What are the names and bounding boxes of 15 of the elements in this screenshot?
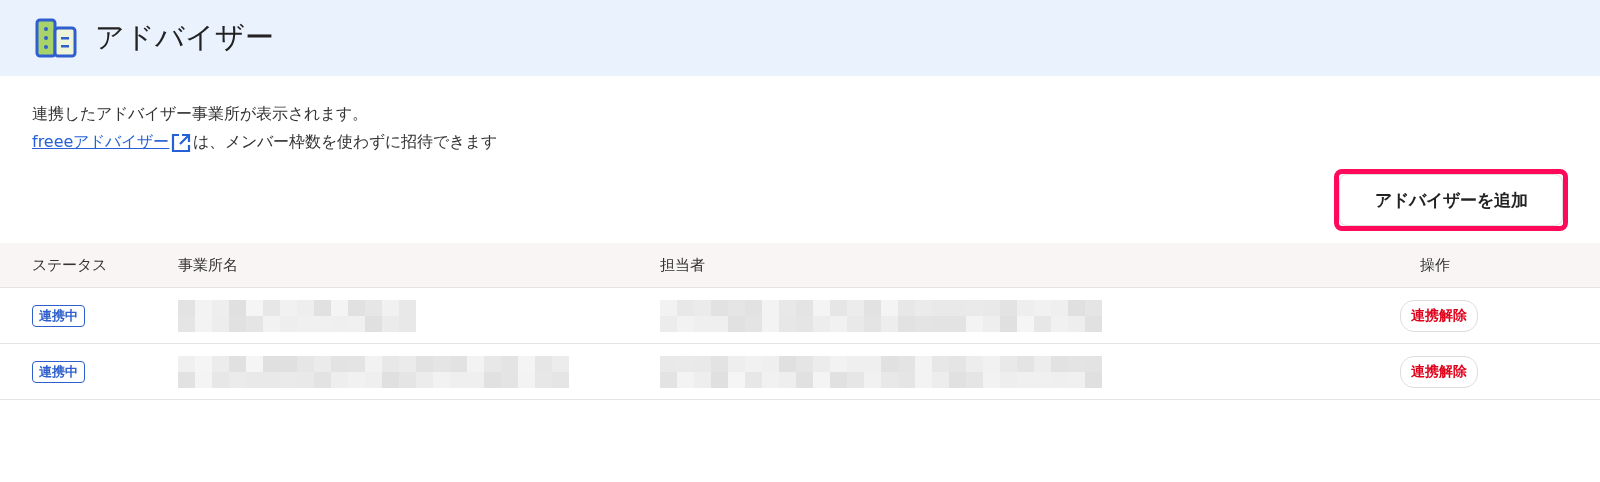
column-header: 担当者 <box>660 255 706 275</box>
status-badge: 連携中 <box>32 304 85 327</box>
add-advisor-button[interactable]: アドバイザーを追加 <box>1339 174 1563 226</box>
column-header: 事業所名 <box>178 255 239 275</box>
page-title: アドバイザー <box>95 19 274 56</box>
status-badge: 連携中 <box>32 360 85 383</box>
building-icon <box>35 18 77 58</box>
description-text: 連携したアドバイザー事業所が表示されます。 <box>32 103 369 125</box>
column-header: ステータス <box>32 255 108 275</box>
unlink-button[interactable]: 連携解除 <box>1400 299 1478 332</box>
external-link-icon[interactable] <box>171 132 192 153</box>
advisor-link[interactable]: freeeアドバイザー <box>32 132 170 153</box>
column-header: 操作 <box>1420 255 1451 275</box>
unlink-button[interactable]: 連携解除 <box>1400 355 1478 388</box>
invite-note-text: は、メンバー枠数を使わずに招待できます <box>193 132 498 153</box>
